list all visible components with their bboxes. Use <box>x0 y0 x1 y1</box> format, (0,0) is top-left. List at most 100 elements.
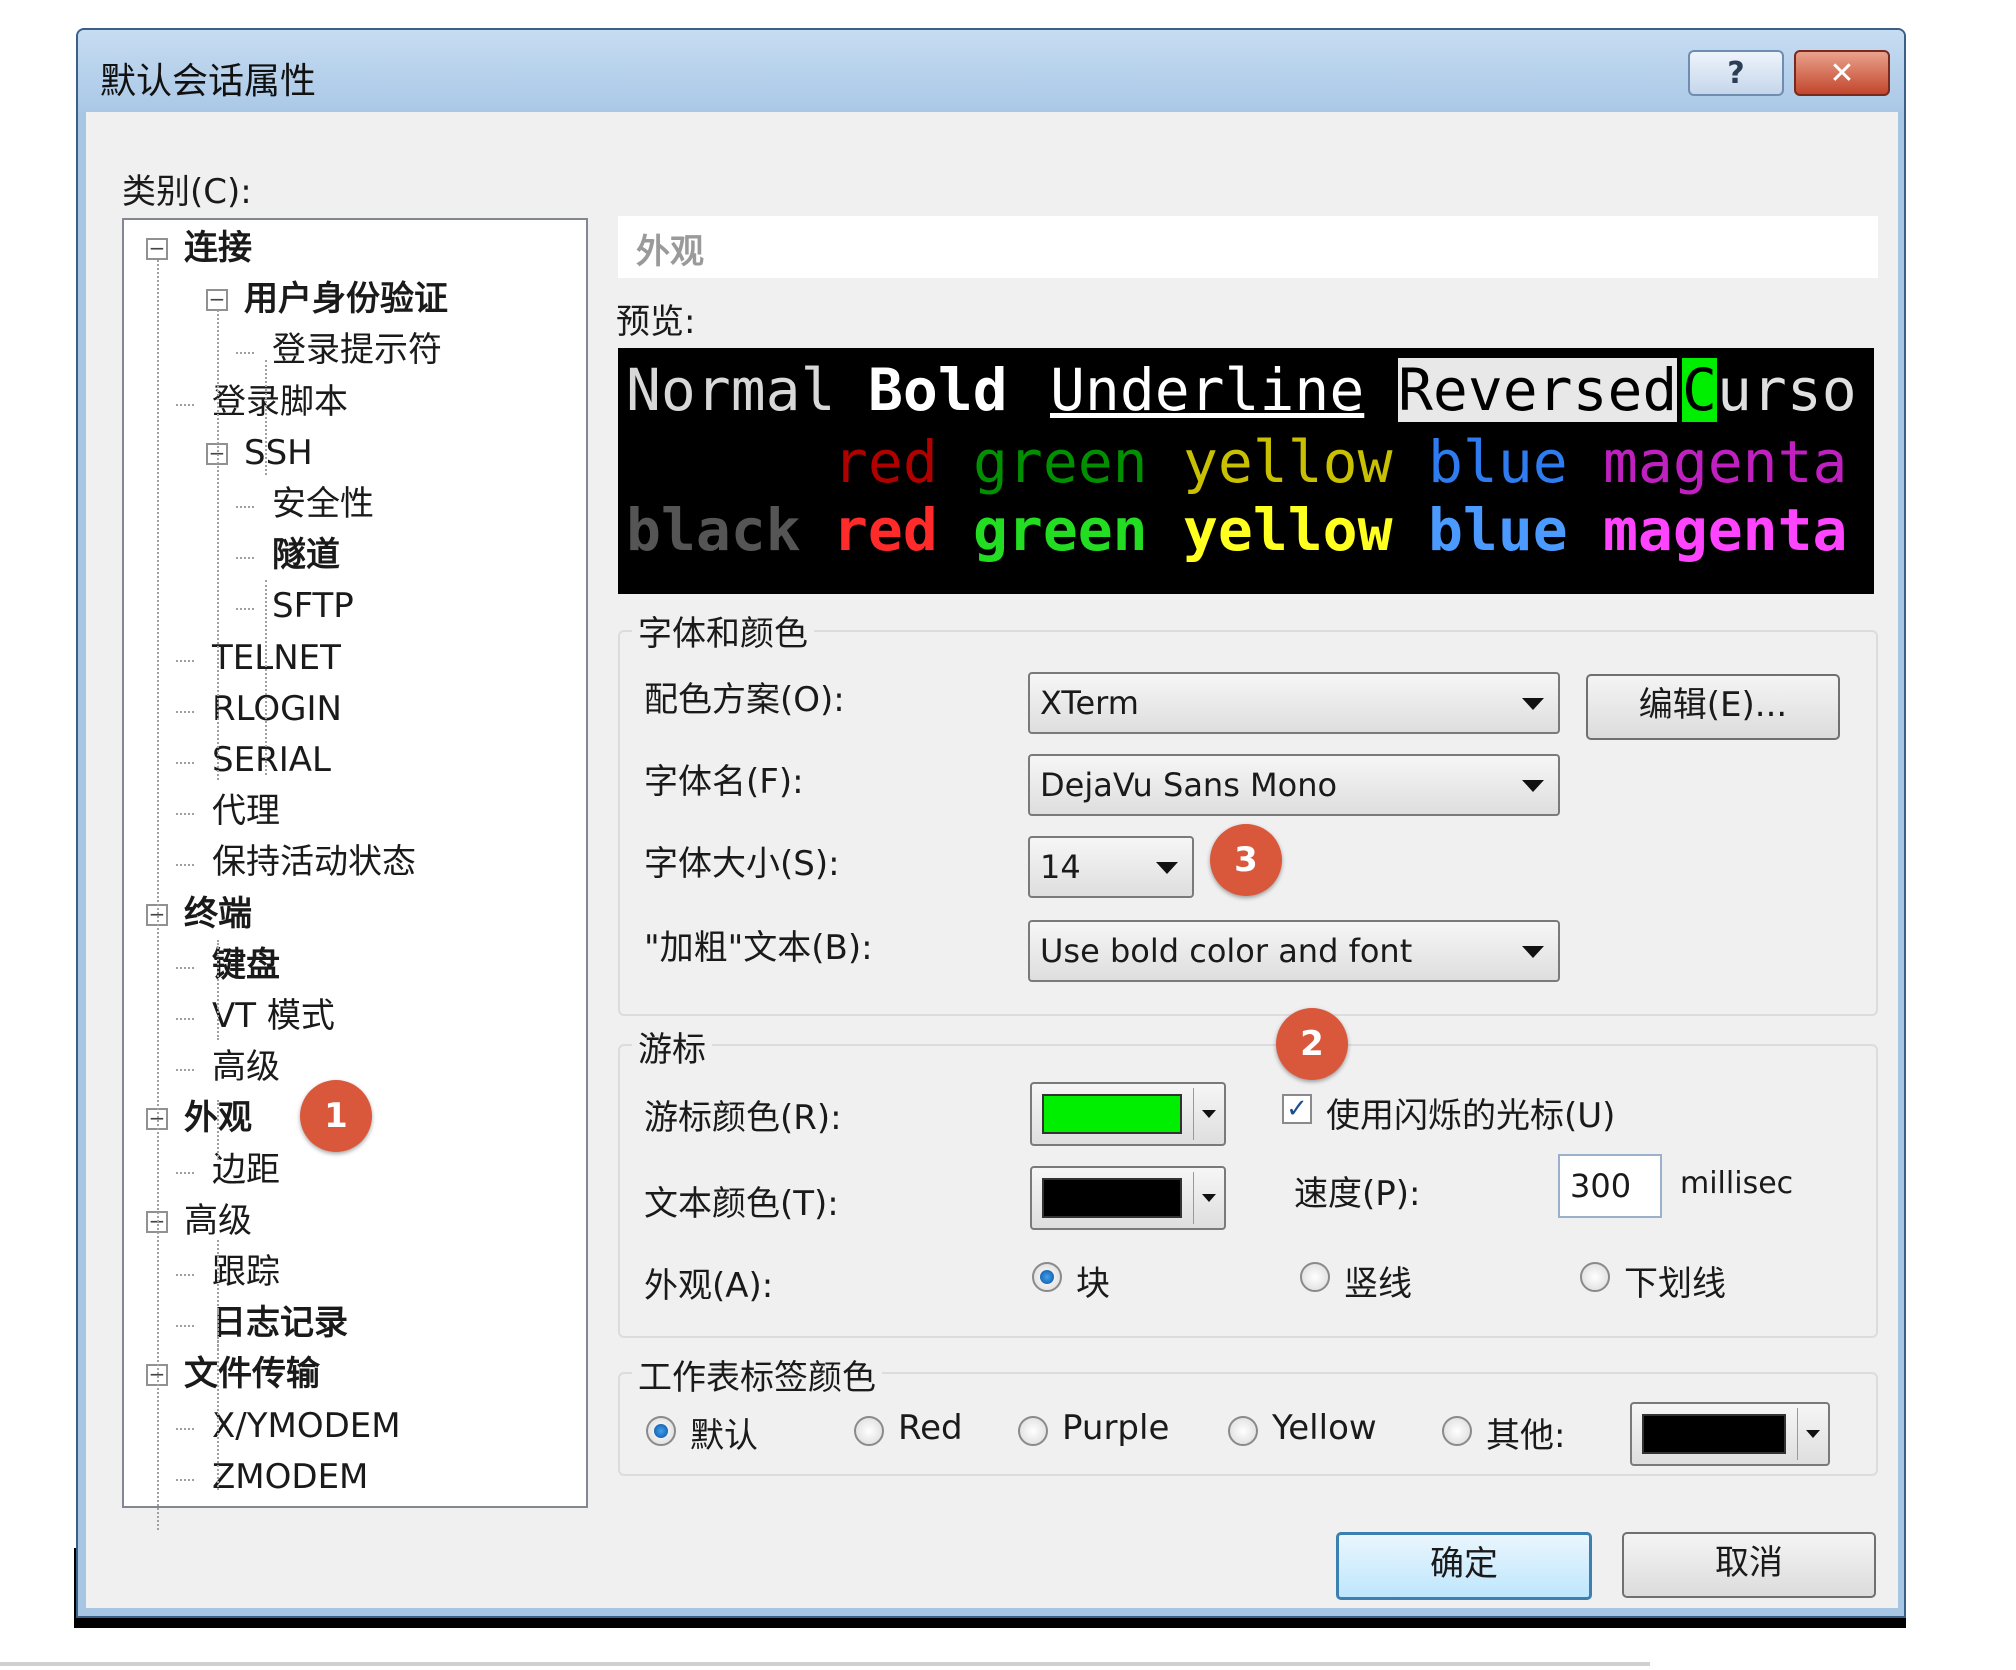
tree-connector <box>176 1274 194 1276</box>
tree-connector <box>236 608 254 611</box>
appearance-underline-label: 下划线 <box>1624 1264 1726 1304</box>
preview-normal: Normal <box>626 356 836 424</box>
tree-item[interactable]: 安全性 <box>272 482 374 526</box>
tree-expander-icon[interactable]: − <box>146 238 168 260</box>
preview-reversed: Reversed <box>1398 356 1678 424</box>
preview-label: 预览: <box>616 302 696 342</box>
chevron-down-icon <box>1202 1194 1216 1202</box>
cursor-legend: 游标 <box>632 1022 712 1071</box>
font-size-label: 字体大小(S): <box>644 844 840 884</box>
tree-expander-icon[interactable]: − <box>206 289 228 312</box>
speed-unit-label: millisec <box>1680 1166 1794 1201</box>
tree-item[interactable]: 登录脚本 <box>212 380 348 424</box>
text-color-label: 文本颜色(T): <box>644 1184 839 1224</box>
blink-cursor-checkbox[interactable]: ✓ <box>1282 1094 1312 1124</box>
category-tree[interactable]: − 连接 − 用户身份验证 登录提示符 登录脚本 − SSH 安全性 隧道 SFTP TELNET RL… <box>122 218 588 1530</box>
tree-item[interactable]: TELNET <box>212 636 341 680</box>
tree-connector <box>176 1069 194 1072</box>
appearance-underline-radio[interactable] <box>1580 1262 1610 1292</box>
appearance-vline-radio[interactable] <box>1300 1262 1330 1292</box>
tree-item[interactable]: RLOGIN <box>212 687 342 731</box>
title-bar[interactable]: 默认会话属性 ? ✕ <box>78 30 1904 112</box>
tree-connector <box>176 966 194 969</box>
preview-bright-magenta: magenta <box>1603 496 1848 564</box>
annotation-badge-2: 2 <box>1276 1008 1348 1080</box>
cancel-button[interactable]: 取消 <box>1622 1532 1876 1598</box>
tree-item[interactable]: X/YMODEM <box>212 1404 401 1448</box>
cursor-color-picker[interactable] <box>1030 1082 1226 1146</box>
tree-item[interactable]: 边距 <box>212 1148 280 1192</box>
tree-item[interactable]: 高级 <box>184 1199 252 1243</box>
preview-dim-red: red <box>833 428 938 496</box>
edit-scheme-button[interactable]: 编辑(E)... <box>1586 674 1840 740</box>
tree-item[interactable]: 键盘 <box>212 943 280 987</box>
ok-button[interactable]: 确定 <box>1336 1532 1592 1600</box>
preview-bright-blue: blue <box>1428 496 1568 564</box>
tree-guide <box>217 310 219 780</box>
text-color-picker[interactable] <box>1030 1166 1226 1230</box>
help-button[interactable]: ? <box>1688 50 1784 96</box>
tab-color-picker[interactable] <box>1630 1402 1830 1466</box>
tree-connector <box>176 1325 194 1328</box>
preview-cursor-char: C <box>1682 356 1717 424</box>
tree-item[interactable]: 连接 <box>184 226 252 270</box>
picker-divider <box>1797 1408 1798 1460</box>
tree-connector <box>176 1171 194 1174</box>
tree-item[interactable]: 代理 <box>212 789 280 833</box>
tree-item[interactable]: 文件传输 <box>184 1352 320 1396</box>
tree-connector <box>236 557 254 560</box>
window-title: 默认会话属性 <box>100 61 317 102</box>
cursor-color-swatch <box>1042 1094 1182 1134</box>
font-name-value: DejaVu Sans Mono <box>1040 766 1338 804</box>
tree-connector <box>176 1018 194 1020</box>
chevron-down-icon <box>1522 946 1544 958</box>
tree-item[interactable]: 跟踪 <box>212 1250 280 1294</box>
tree-item[interactable]: VT 模式 <box>212 994 335 1038</box>
appearance-block-radio[interactable] <box>1032 1262 1062 1292</box>
scheme-value: XTerm <box>1040 684 1139 722</box>
tree-item[interactable]: SFTP <box>272 584 354 628</box>
cursor-color-label: 游标颜色(R): <box>644 1098 842 1138</box>
tab-color-purple-radio[interactable] <box>1018 1416 1048 1446</box>
preview-bright-green: green <box>973 496 1148 564</box>
scheme-select[interactable]: XTerm <box>1028 672 1560 734</box>
preview-dim-green: green <box>973 428 1148 496</box>
annotation-badge-3: 3 <box>1210 824 1282 896</box>
tree-item[interactable]: 日志记录 <box>212 1301 348 1345</box>
tree-connector <box>176 659 194 662</box>
font-name-label: 字体名(F): <box>644 762 804 802</box>
page-title: 外观 <box>636 232 704 272</box>
bold-text-value: Use bold color and font <box>1040 932 1413 970</box>
blink-cursor-label: 使用闪烁的光标(U) <box>1326 1096 1616 1136</box>
tree-item[interactable]: SERIAL <box>212 738 331 782</box>
preview-dim-magenta: magenta <box>1603 428 1848 496</box>
cursor-appearance-label: 外观(A): <box>644 1266 774 1306</box>
picker-divider <box>1193 1088 1194 1140</box>
help-icon: ? <box>1727 56 1745 91</box>
tab-color-other-label: 其他: <box>1486 1416 1566 1456</box>
font-name-select[interactable]: DejaVu Sans Mono <box>1028 754 1560 816</box>
font-size-select[interactable]: 14 <box>1028 836 1194 898</box>
picker-divider <box>1193 1172 1194 1224</box>
tree-item[interactable]: SSH <box>244 431 313 475</box>
tab-color-red-radio[interactable] <box>854 1416 884 1446</box>
tab-color-red-label: Red <box>898 1408 963 1448</box>
close-button[interactable]: ✕ <box>1794 50 1890 96</box>
tree-connector <box>236 506 254 508</box>
blink-speed-input[interactable]: 300 <box>1558 1154 1662 1218</box>
tree-item[interactable]: ZMODEM <box>212 1455 368 1499</box>
tab-color-default-label: 默认 <box>690 1416 758 1456</box>
tree-item[interactable]: 保持活动状态 <box>212 840 416 884</box>
tree-guide <box>217 1310 219 1490</box>
tree-item[interactable]: 用户身份验证 <box>244 277 448 321</box>
tree-item[interactable]: 登录提示符 <box>272 328 442 372</box>
tab-color-yellow-radio[interactable] <box>1228 1416 1258 1446</box>
tab-color-default-radio[interactable] <box>646 1416 676 1446</box>
bold-text-select[interactable]: Use bold color and font <box>1028 920 1560 982</box>
tree-item[interactable]: 隧道 <box>272 533 340 577</box>
tree-item[interactable]: 终端 <box>184 892 252 936</box>
close-icon: ✕ <box>1829 56 1855 91</box>
tab-color-other-radio[interactable] <box>1442 1416 1472 1446</box>
scheme-label: 配色方案(O): <box>644 680 845 720</box>
tree-item[interactable]: 高级 <box>212 1045 280 1089</box>
